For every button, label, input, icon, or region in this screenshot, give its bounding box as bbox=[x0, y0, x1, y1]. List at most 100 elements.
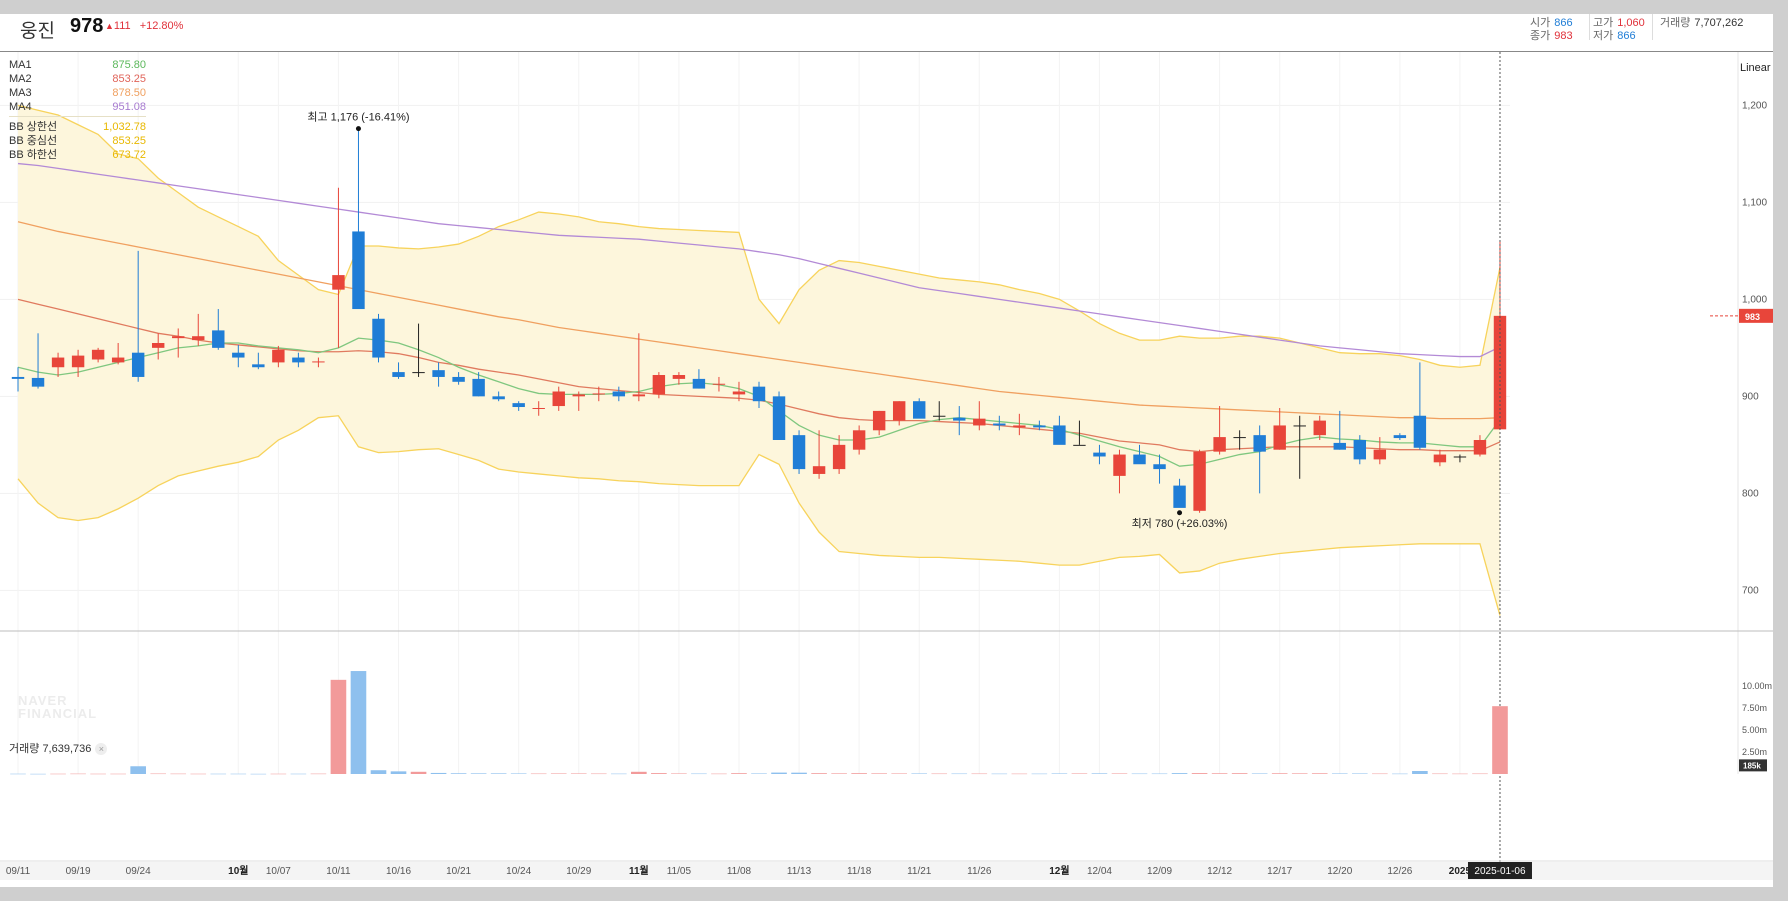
legend-ma3[interactable]: MA3 878.50 bbox=[9, 86, 146, 100]
volume-bar bbox=[631, 771, 647, 774]
candle-body bbox=[232, 352, 245, 358]
x-tick-label: 11/26 bbox=[967, 866, 992, 877]
x-tick-label: 11/05 bbox=[667, 866, 692, 877]
legend-ma2[interactable]: MA2 853.25 bbox=[9, 72, 146, 86]
candle-body bbox=[692, 378, 706, 389]
candle-body bbox=[672, 375, 686, 379]
close-icon[interactable]: × bbox=[95, 743, 108, 755]
candle-body bbox=[1173, 485, 1186, 508]
candle-body bbox=[652, 375, 666, 395]
low-annotation: 최저 780 (+26.03%) bbox=[1132, 517, 1228, 530]
candle-body bbox=[993, 423, 1006, 426]
volume-bar bbox=[1372, 773, 1388, 775]
volume-bar bbox=[991, 773, 1008, 775]
volume-bar bbox=[1492, 706, 1508, 774]
candle-body bbox=[1253, 435, 1266, 452]
legend-bb-lower[interactable]: BB 하한선 673.72 bbox=[9, 148, 146, 162]
volume-bar bbox=[1231, 773, 1248, 774]
volume-bar bbox=[110, 773, 126, 775]
candle-body bbox=[592, 393, 605, 395]
x-tick-label: 09/24 bbox=[126, 866, 151, 877]
x-tick-label: 10/16 bbox=[386, 866, 411, 877]
volume-bar bbox=[751, 773, 767, 774]
volume-bar bbox=[490, 773, 507, 774]
volume-bar bbox=[1031, 773, 1048, 775]
volume-tick-label: 7.50m bbox=[1742, 703, 1767, 713]
volume-bar bbox=[611, 773, 627, 775]
candle-body bbox=[832, 444, 846, 470]
candle-body bbox=[1073, 444, 1086, 446]
x-tick-label: 12/04 bbox=[1087, 866, 1112, 877]
x-tick-label: 12/20 bbox=[1327, 866, 1352, 877]
volume-label: 거래량 bbox=[1660, 17, 1691, 29]
volume-bar bbox=[330, 679, 347, 774]
candle-body bbox=[412, 372, 425, 374]
x-tick-label: 11/18 bbox=[847, 866, 872, 877]
volume-bar bbox=[350, 671, 367, 774]
volume-bar bbox=[1191, 773, 1208, 774]
volume-bar bbox=[10, 773, 26, 775]
annotation-dot bbox=[355, 126, 361, 132]
volume-bar bbox=[170, 773, 187, 775]
candle-body bbox=[332, 275, 345, 290]
volume-bar bbox=[430, 772, 447, 774]
volume-bar bbox=[1091, 773, 1108, 774]
candle-body bbox=[151, 343, 165, 348]
candle-body bbox=[552, 391, 565, 407]
candle-body bbox=[212, 330, 225, 348]
legend-ma4[interactable]: MA4 951.08 bbox=[9, 100, 146, 114]
volume-tick-label: 10.00m bbox=[1742, 681, 1772, 691]
legend-bb-upper[interactable]: BB 상한선 1,032.78 bbox=[9, 120, 146, 134]
candle-body bbox=[852, 430, 866, 450]
candle-body bbox=[1373, 449, 1387, 460]
volume-bar bbox=[811, 773, 827, 774]
volume-bar bbox=[1131, 773, 1148, 775]
volume-bar bbox=[891, 773, 907, 774]
volume-bar bbox=[1251, 773, 1268, 774]
volume-tick-label: 5.00m bbox=[1742, 725, 1767, 735]
chart-header: 웅진 978 ▲111 +12.80% 시가 866 종가 983 고가 1,060 … bbox=[0, 14, 1773, 52]
header-divider bbox=[0, 51, 1773, 52]
x-tick-label: 11/13 bbox=[787, 866, 812, 877]
x-tick-label: 09/19 bbox=[66, 866, 91, 877]
candle-body bbox=[252, 364, 265, 368]
candle-body bbox=[632, 394, 646, 397]
candle-body bbox=[712, 383, 726, 385]
volume-bar bbox=[130, 766, 146, 774]
volume-bar bbox=[831, 773, 847, 774]
candle-body bbox=[1213, 437, 1226, 452]
candle-body bbox=[1313, 420, 1326, 436]
candle-body bbox=[933, 415, 946, 417]
volume-bar bbox=[911, 773, 928, 774]
candle-body bbox=[91, 349, 105, 360]
y-tick-label: 1,000 bbox=[1742, 294, 1767, 305]
candle-body bbox=[812, 466, 826, 474]
candle-body bbox=[71, 355, 85, 368]
volume-bar bbox=[70, 773, 86, 775]
candle-body bbox=[772, 396, 786, 440]
candle-body bbox=[1093, 452, 1106, 457]
x-tick-label: 12/17 bbox=[1267, 866, 1292, 877]
volume-bar bbox=[570, 773, 587, 774]
scale-mode-toggle[interactable]: Linear⌄ bbox=[1740, 62, 1773, 74]
volume-bar bbox=[190, 773, 207, 775]
legend-bb-middle[interactable]: BB 중심선 853.25 bbox=[9, 134, 146, 148]
volume-bar bbox=[691, 773, 707, 775]
chart-canvas[interactable]: 최고 1,176 (-16.41%) 최저 780 (+26.03%) 1,200 1… bbox=[0, 14, 1773, 887]
volume-bar bbox=[851, 773, 867, 774]
volume-bar bbox=[230, 773, 247, 775]
volume-bar bbox=[1452, 773, 1468, 775]
naver-financial-watermark: NAVER FINANCIAL bbox=[18, 693, 98, 721]
volume-bar bbox=[210, 773, 227, 775]
volume-bar bbox=[1211, 773, 1228, 774]
volume-bar bbox=[1392, 773, 1408, 775]
chart-window: 최고 1,176 (-16.41%) 최저 780 (+26.03%) 1,200 1… bbox=[0, 14, 1773, 887]
x-tick-label: 11월 bbox=[629, 865, 649, 877]
volume-bar bbox=[1271, 773, 1288, 774]
legend-ma1[interactable]: MA1 875.80 bbox=[9, 58, 146, 72]
volume-bar bbox=[410, 771, 427, 774]
high-annotation: 최고 1,176 (-16.41%) bbox=[307, 111, 409, 124]
volume-bar bbox=[470, 773, 487, 774]
volume-bar bbox=[1432, 773, 1448, 775]
x-tick-label: 10/24 bbox=[506, 866, 531, 877]
